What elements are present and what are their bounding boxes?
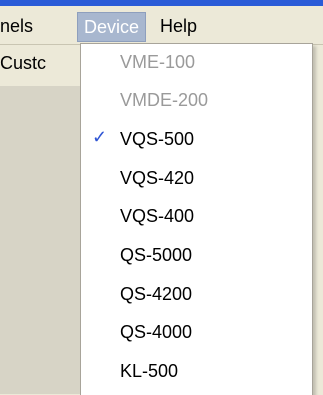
device-option-label: VQS-400 [120, 206, 195, 226]
device-option-vqs-400[interactable]: VQS-400 [82, 198, 311, 236]
device-option-label: VQS-500 [120, 129, 195, 149]
device-option-label: QS-4000 [120, 322, 193, 342]
menu-panels[interactable]: nels [0, 12, 33, 40]
device-option-label: VQS-420 [120, 168, 195, 188]
toolbar: Custc [0, 45, 92, 87]
menu-device[interactable]: Device [77, 12, 147, 42]
menu-help[interactable]: Help [160, 12, 197, 40]
device-option-vme-100: VME-100 [82, 44, 311, 82]
device-option-kl-500[interactable]: KL-500 [82, 353, 311, 391]
device-option-label: VME-100 [120, 52, 196, 72]
device-option-qs-4000[interactable]: QS-4000 [82, 314, 311, 352]
device-option-vqs-420[interactable]: VQS-420 [82, 160, 311, 198]
device-option-label: QS-4200 [120, 284, 193, 304]
toolbar-custom-label[interactable]: Custc [0, 53, 86, 74]
checkmark-icon: ✓ [92, 127, 108, 147]
device-option-qs-4200[interactable]: QS-4200 [82, 276, 311, 314]
device-option-label: QS-5000 [120, 245, 193, 265]
device-dropdown-menu: VME-100 VMDE-200 ✓ VQS-500 VQS-420 VQS-4… [80, 43, 313, 395]
device-option-vqs-500[interactable]: ✓ VQS-500 [82, 121, 311, 159]
left-panel-background [0, 86, 80, 394]
device-option-label: VMDE-200 [120, 90, 209, 110]
device-option-vmde-200: VMDE-200 [82, 82, 311, 120]
menubar: nels Device Help [0, 6, 323, 45]
device-option-qs-5000[interactable]: QS-5000 [82, 237, 311, 275]
device-option-label: KL-500 [120, 361, 179, 381]
